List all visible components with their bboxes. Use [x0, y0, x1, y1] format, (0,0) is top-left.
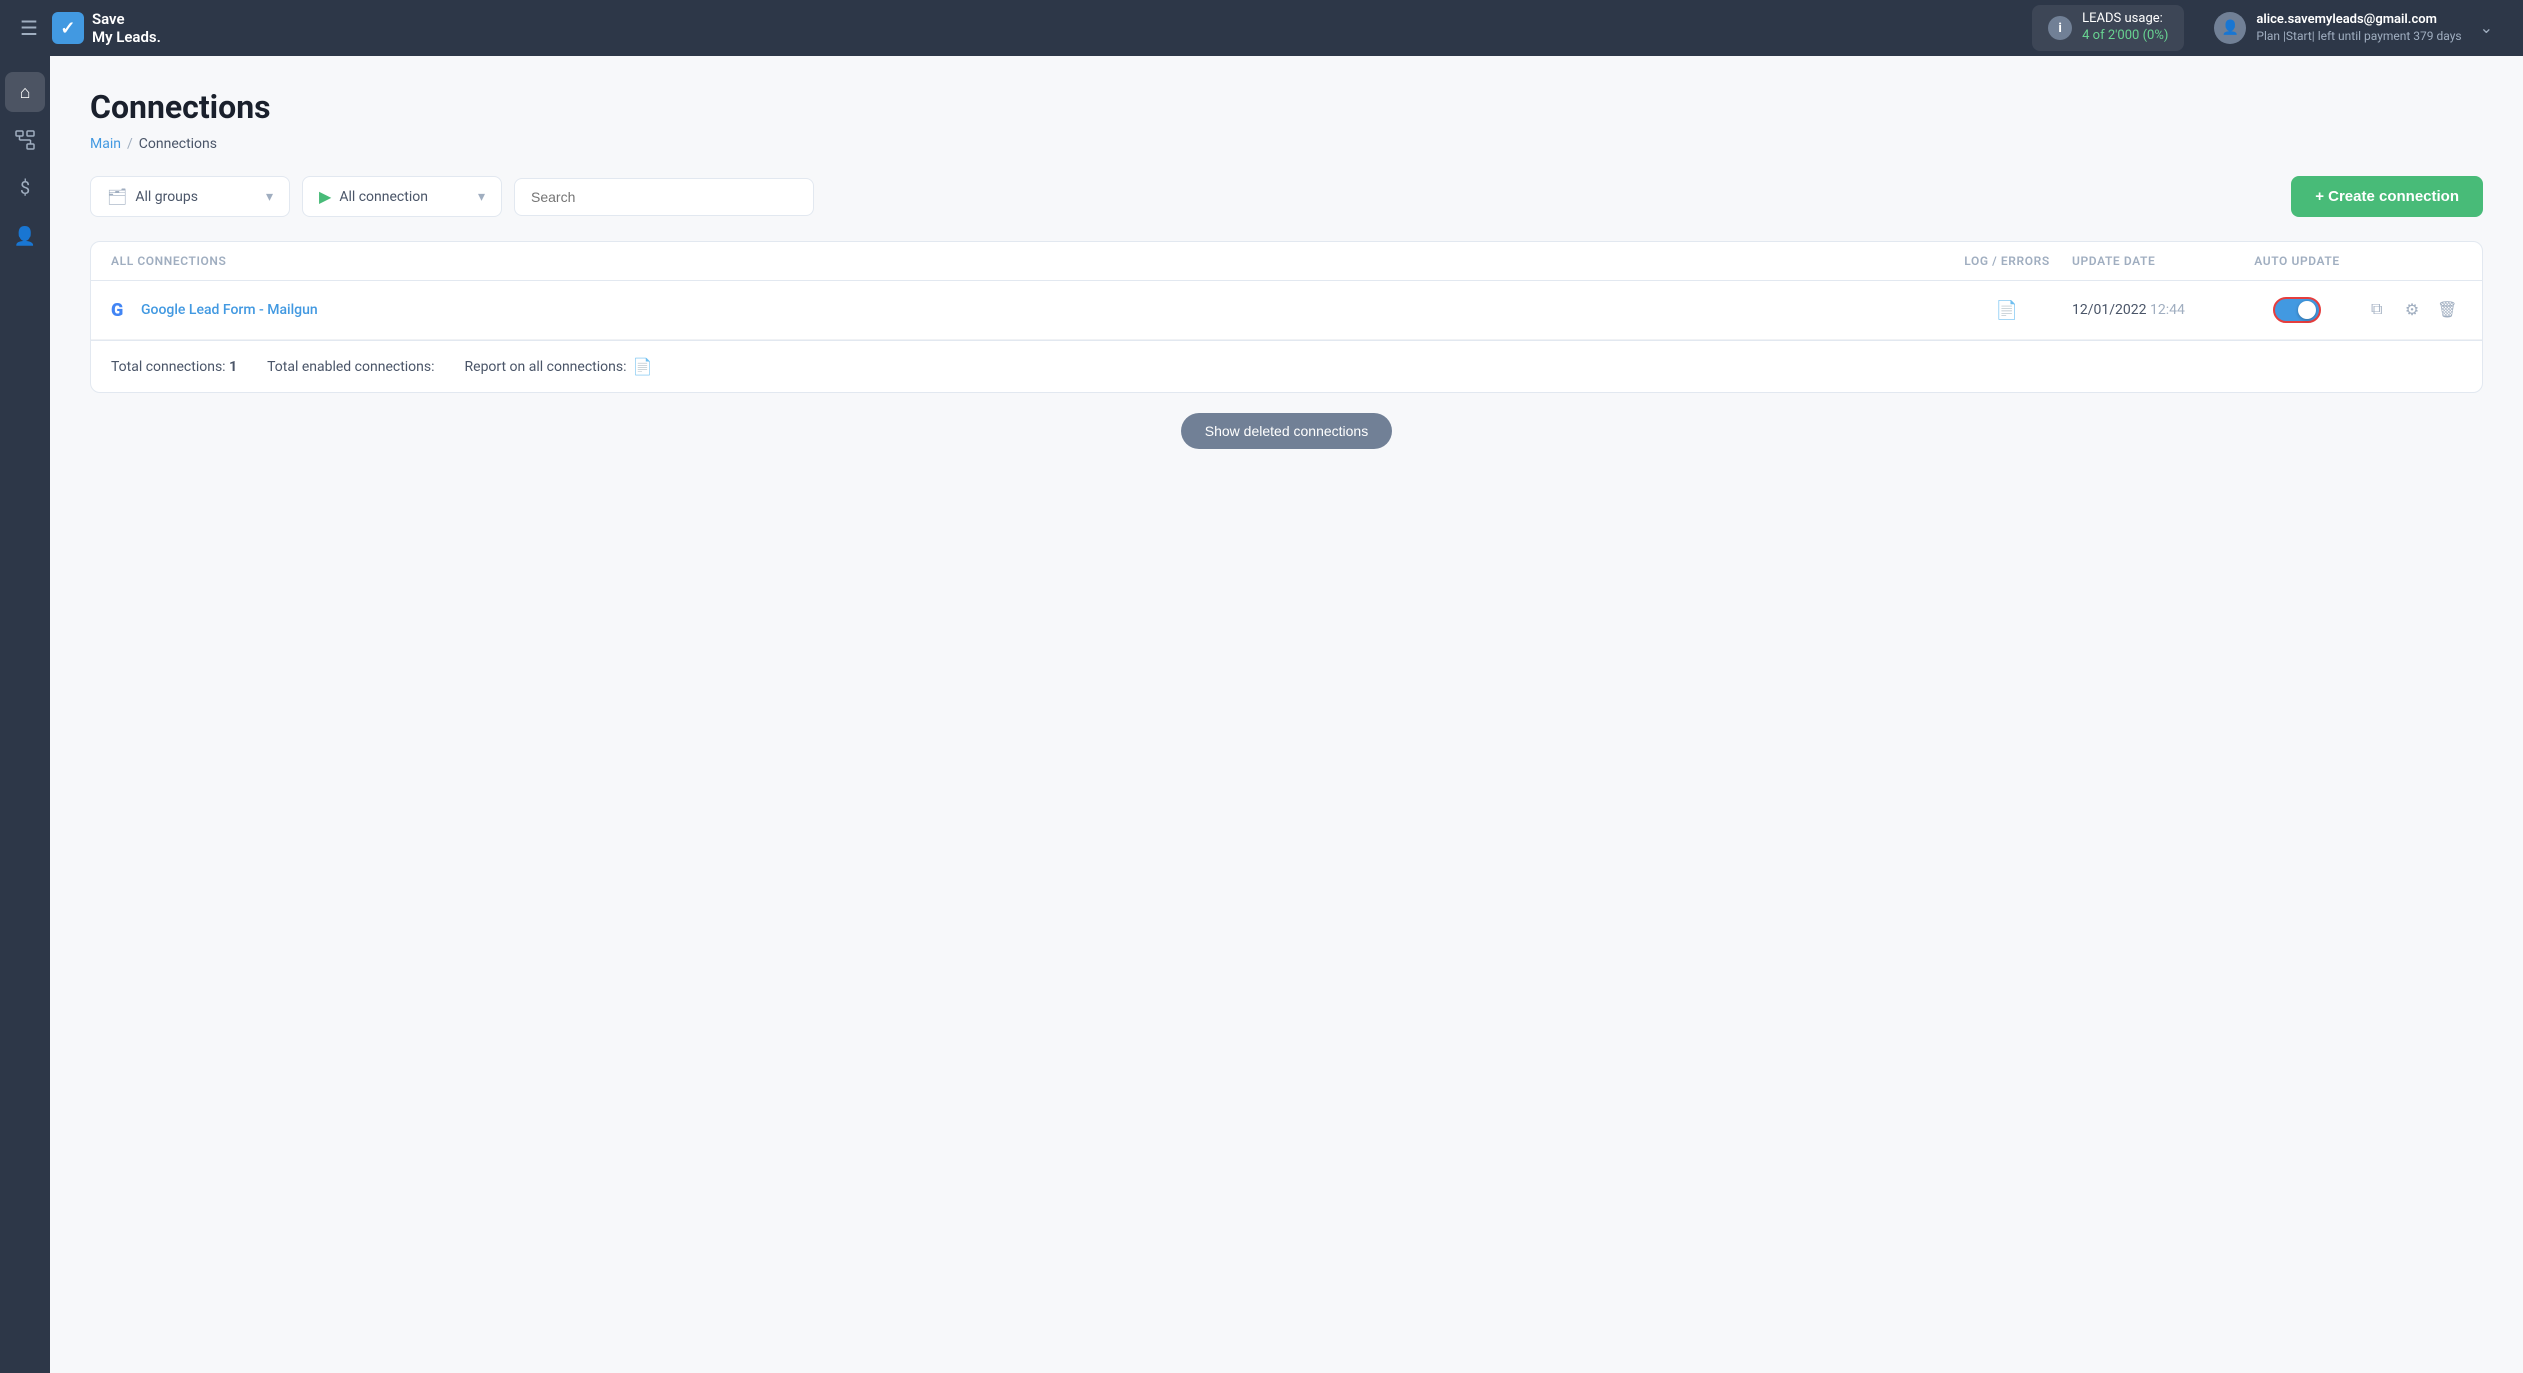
main-content: Connections Main / Connections 🗂 All gro… — [50, 56, 2523, 1373]
col-header-log: LOG / ERRORS — [1942, 254, 2072, 268]
leads-usage-text: LEADS usage: 4 of 2'000 (0%) — [2082, 11, 2168, 45]
total-enabled: Total enabled connections: — [267, 359, 434, 375]
sidebar-item-home[interactable]: ⌂ — [5, 72, 45, 112]
sidebar-item-profile[interactable]: 👤 — [5, 216, 45, 256]
log-icon[interactable]: 📄 — [1996, 300, 2018, 321]
chevron-down-icon: ▾ — [266, 189, 273, 205]
update-date-value: 12/01/2022 — [2072, 302, 2147, 318]
update-date-cell: 12/01/2022 12:44 — [2072, 302, 2232, 318]
table-header: ALL CONNECTIONS LOG / ERRORS UPDATE DATE… — [91, 242, 2482, 281]
report-all[interactable]: Report on all connections: 📄 — [465, 357, 653, 376]
log-errors-cell[interactable]: 📄 — [1942, 300, 2072, 321]
page-title: Connections — [90, 88, 2483, 126]
col-header-update: UPDATE DATE — [2072, 254, 2232, 268]
create-connection-button[interactable]: + Create connection — [2291, 176, 2483, 217]
logo-check-icon: ✓ — [60, 18, 75, 39]
table-row: G Google Lead Form - Mailgun 📄 12/01/202… — [91, 281, 2482, 340]
search-input[interactable] — [531, 189, 797, 205]
play-icon: ▶ — [319, 187, 331, 206]
hamburger-icon[interactable]: ☰ — [20, 16, 38, 40]
leads-usage-widget[interactable]: i LEADS usage: 4 of 2'000 (0%) — [2032, 5, 2184, 51]
groups-dropdown[interactable]: 🗂 All groups ▾ — [90, 176, 290, 217]
logo-text: Save My Leads. — [92, 10, 161, 46]
breadcrumb-current: Connections — [139, 136, 217, 152]
col-header-connections: ALL CONNECTIONS — [111, 254, 1942, 268]
toggle-knob — [2298, 301, 2316, 319]
connection-type-dropdown[interactable]: ▶ All connection ▾ — [302, 176, 502, 217]
toolbar: 🗂 All groups ▾ ▶ All connection ▾ + Crea… — [90, 176, 2483, 217]
sidebar-item-connections[interactable] — [5, 120, 45, 160]
breadcrumb: Main / Connections — [90, 136, 2483, 152]
col-header-auto: AUTO UPDATE — [2232, 254, 2362, 268]
auto-update-toggle[interactable] — [2273, 297, 2321, 323]
update-time-value: 12:44 — [2150, 302, 2185, 318]
sidebar-item-billing[interactable]: $ — [5, 168, 45, 208]
col-header-actions — [2362, 254, 2462, 268]
user-info: alice.savemyleads@gmail.com Plan |Start|… — [2256, 12, 2461, 44]
logo-icon: ✓ — [52, 12, 84, 44]
delete-button[interactable]: 🗑 — [2433, 295, 2462, 325]
sidebar: ⌂ $ 👤 — [0, 56, 50, 1373]
show-deleted-section: Show deleted connections — [90, 413, 2483, 449]
chevron-down-icon: ⌄ — [2480, 18, 2493, 37]
copy-button[interactable]: ⧉ — [2362, 295, 2391, 325]
connection-name-link[interactable]: G Google Lead Form - Mailgun — [111, 300, 1942, 320]
folder-icon: 🗂 — [107, 187, 127, 206]
breadcrumb-separator: / — [127, 136, 133, 152]
search-field[interactable] — [514, 178, 814, 216]
logo[interactable]: ✓ Save My Leads. — [52, 10, 161, 46]
connection-type-label: All connection — [339, 189, 428, 205]
avatar: 👤 — [2214, 12, 2246, 44]
groups-dropdown-label: All groups — [135, 189, 198, 205]
settings-button[interactable]: ⚙ — [2397, 295, 2426, 325]
leads-usage-icon: i — [2048, 16, 2072, 40]
breadcrumb-main-link[interactable]: Main — [90, 136, 121, 152]
google-icon: G — [111, 300, 131, 320]
chevron-down-icon: ▾ — [478, 189, 485, 205]
auto-update-toggle-cell[interactable] — [2232, 297, 2362, 323]
total-connections: Total connections: 1 — [111, 359, 237, 375]
show-deleted-button[interactable]: Show deleted connections — [1181, 413, 1392, 449]
connection-name: Google Lead Form - Mailgun — [141, 302, 318, 318]
row-actions: ⧉ ⚙ 🗑 — [2362, 295, 2462, 325]
connections-table: ALL CONNECTIONS LOG / ERRORS UPDATE DATE… — [90, 241, 2483, 393]
user-menu[interactable]: 👤 alice.savemyleads@gmail.com Plan |Star… — [2204, 6, 2503, 50]
table-footer: Total connections: 1 Total enabled conne… — [91, 340, 2482, 392]
report-icon[interactable]: 📄 — [632, 357, 652, 376]
